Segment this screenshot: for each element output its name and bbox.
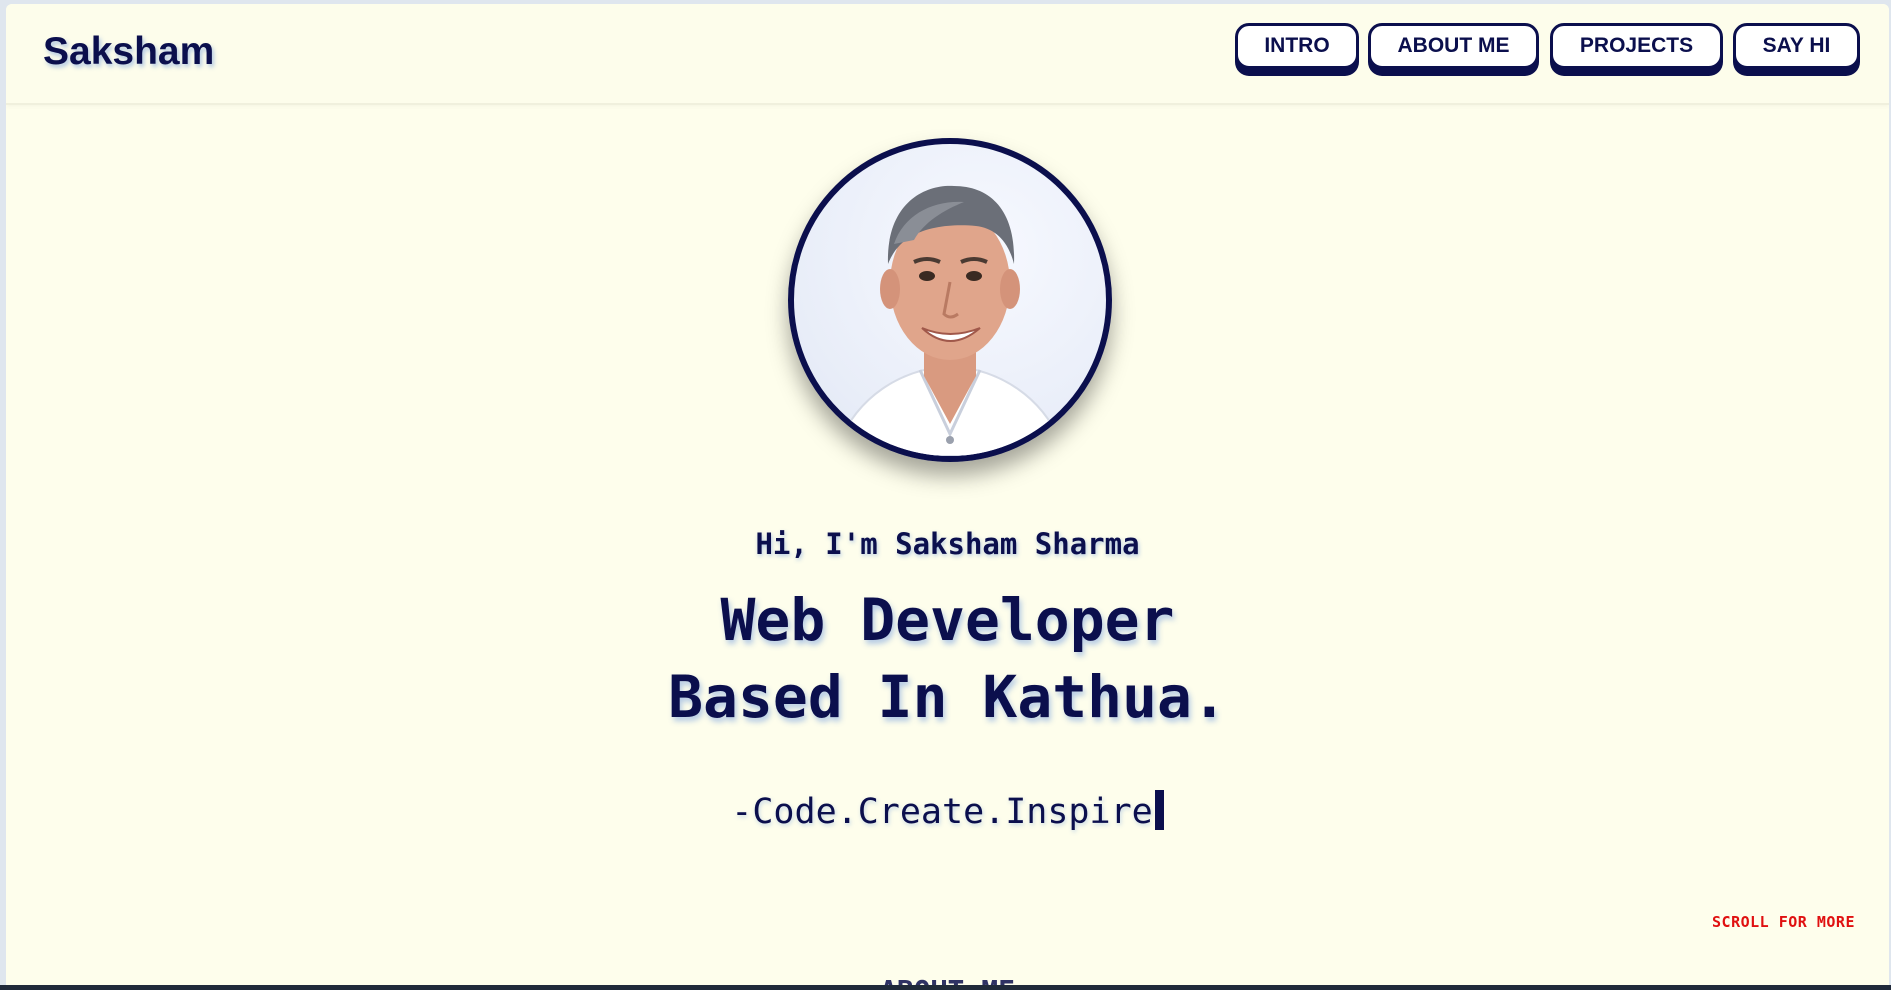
scroll-for-more-hint[interactable]: SCROLL FOR MORE (1712, 913, 1855, 931)
headline-line-2: Based In Kathua. (668, 663, 1227, 731)
typing-cursor (1154, 790, 1164, 830)
window-bottom-edge (0, 985, 1891, 990)
navbar: Saksham INTRO ABOUT ME PROJECTS SAY HI (6, 4, 1889, 105)
hero-tagline: -Code.Create.Inspire (6, 790, 1889, 832)
headline-line-1: Web Developer (720, 586, 1175, 654)
hero-greeting: Hi, I'm Saksham Sharma (755, 527, 1140, 561)
nav-projects-button[interactable]: PROJECTS (1550, 23, 1723, 69)
nav-about-me-button[interactable]: ABOUT ME (1368, 23, 1539, 69)
nav-menu: INTRO ABOUT ME PROJECTS SAY HI (6, 23, 1889, 83)
profile-avatar (788, 138, 1112, 462)
nav-say-hi-button[interactable]: SAY HI (1733, 23, 1860, 69)
hero-headline: Web Developer Based In Kathua. (6, 582, 1889, 736)
page-window: Saksham INTRO ABOUT ME PROJECTS SAY HI H… (6, 4, 1889, 985)
next-section-title: ABOUT ME (6, 974, 1889, 985)
nav-intro-button[interactable]: INTRO (1235, 23, 1359, 69)
tagline-text: -Code.Create.Inspire (731, 792, 1153, 832)
profile-photo-icon (832, 185, 1068, 456)
